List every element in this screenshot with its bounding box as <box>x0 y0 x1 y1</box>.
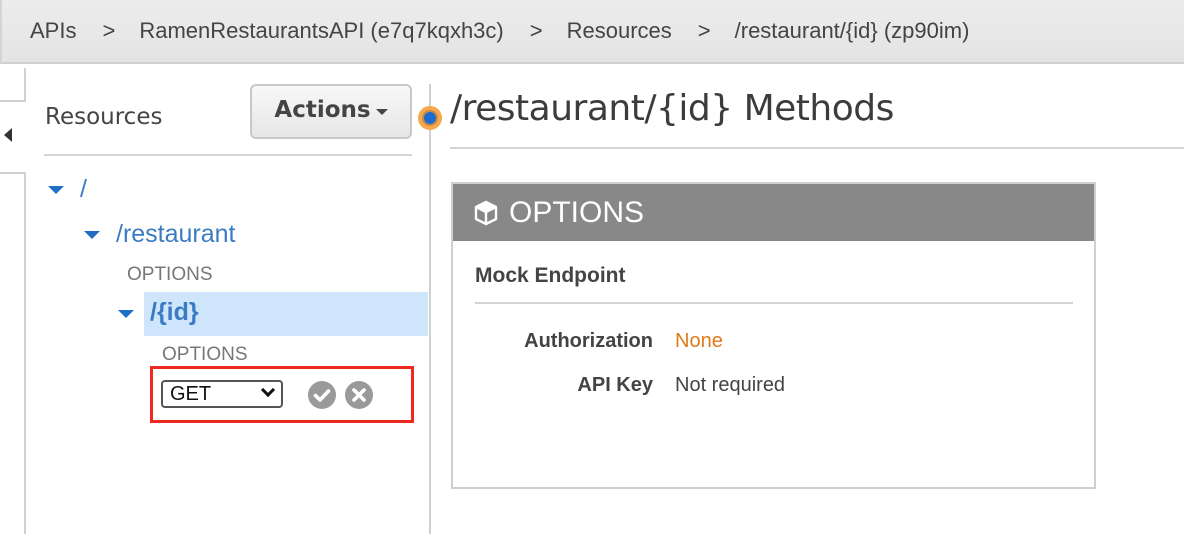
check-circle-icon <box>313 389 331 402</box>
divider <box>450 147 1184 149</box>
breadcrumb-resources[interactable]: Resources <box>567 18 672 44</box>
divider <box>475 302 1073 304</box>
method-card-title: OPTIONS <box>509 195 645 229</box>
collapse-strip[interactable] <box>0 172 26 534</box>
breadcrumb: APIs > RamenRestaurantsAPI (e7q7kqxh3c) … <box>0 0 1184 64</box>
method-select[interactable]: GET <box>161 380 283 408</box>
resources-title: Resources <box>45 104 163 130</box>
breadcrumb-separator: > <box>529 18 543 43</box>
method-card: OPTIONS Mock Endpoint Authorization None… <box>451 182 1096 489</box>
authorization-value[interactable]: None <box>675 330 723 353</box>
integration-type: Mock Endpoint <box>475 264 626 287</box>
breadcrumb-apis[interactable]: APIs <box>30 18 76 44</box>
tree-method-options[interactable]: OPTIONS <box>127 264 213 286</box>
tree-item-restaurant[interactable]: /restaurant <box>116 220 236 249</box>
api-key-value: Not required <box>675 374 786 396</box>
tree-expand-caret-icon[interactable] <box>48 186 64 194</box>
tree-item-root[interactable]: / <box>80 175 87 204</box>
tree-expand-caret-icon[interactable] <box>84 231 100 239</box>
api-key-label: API Key <box>577 374 653 396</box>
breadcrumb-separator: > <box>102 18 116 43</box>
caret-down-icon <box>375 108 388 115</box>
confirm-method-button[interactable] <box>308 381 336 409</box>
method-select-value: GET <box>170 383 212 405</box>
actions-label: Actions <box>274 96 371 123</box>
authorization-label: Authorization <box>524 330 653 352</box>
chevron-down-icon <box>260 382 276 398</box>
actions-dropdown-button[interactable]: Actions <box>250 84 412 139</box>
resize-handle-dot[interactable] <box>418 106 442 130</box>
breadcrumb-api[interactable]: RamenRestaurantsAPI (e7q7kqxh3c) <box>139 18 503 44</box>
breadcrumb-current-resource: /restaurant/{id} (zp90im) <box>734 18 970 43</box>
page-title: /restaurant/{id} Methods <box>450 88 894 129</box>
cube-icon <box>473 200 499 226</box>
tree-method-options[interactable]: OPTIONS <box>162 344 248 366</box>
divider <box>44 154 412 156</box>
tree-item-id[interactable]: /{id} <box>150 298 199 327</box>
breadcrumb-separator: > <box>697 18 711 43</box>
panel-divider[interactable] <box>429 84 431 534</box>
method-card-header[interactable]: OPTIONS <box>453 184 1094 241</box>
x-circle-icon <box>352 388 366 402</box>
collapse-strip-top <box>0 68 26 102</box>
cancel-method-button[interactable] <box>345 381 373 409</box>
collapse-panel-arrow-icon[interactable] <box>4 128 12 142</box>
tree-expand-caret-icon[interactable] <box>118 310 134 318</box>
